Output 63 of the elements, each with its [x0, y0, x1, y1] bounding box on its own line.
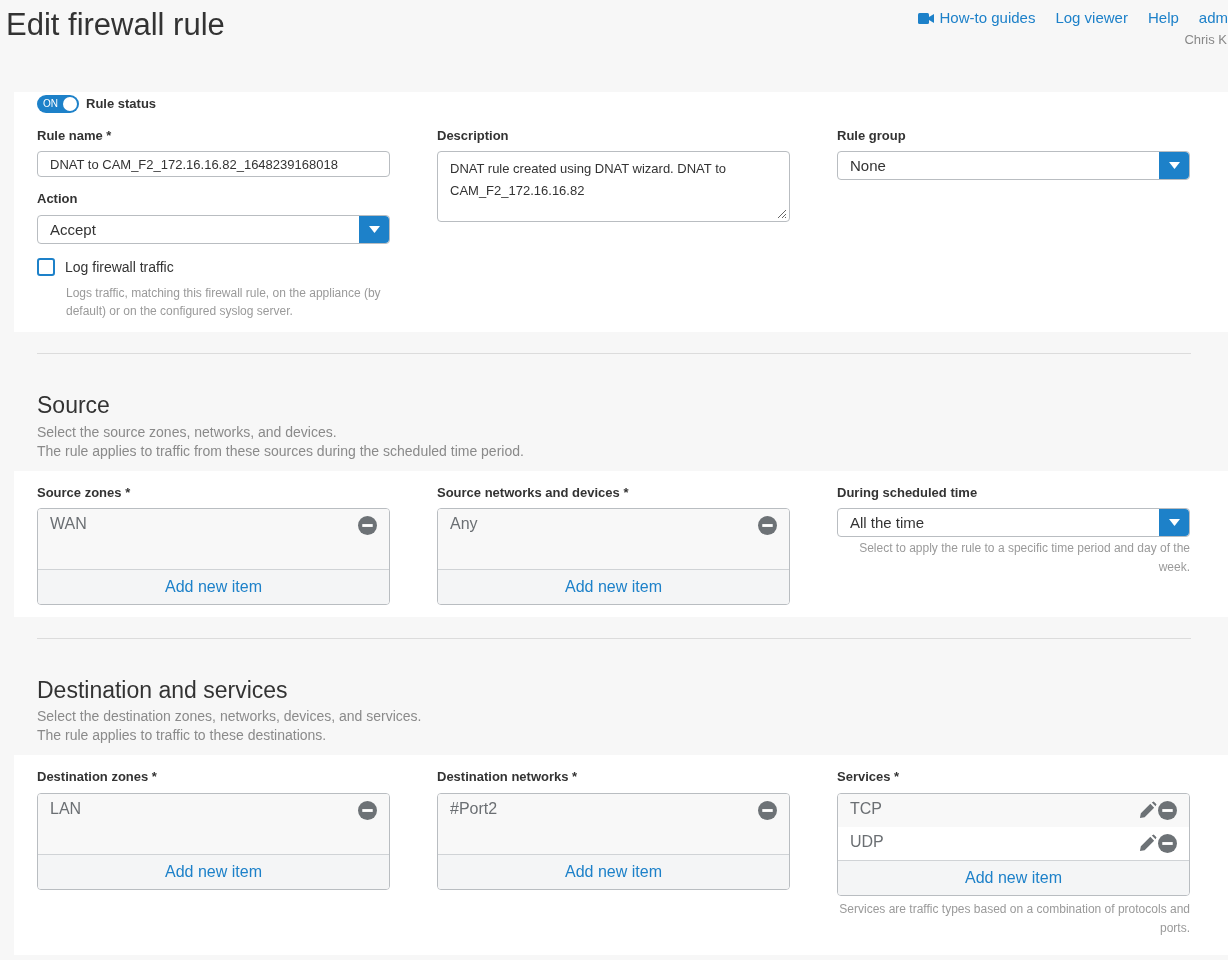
caret-icon	[1168, 519, 1180, 526]
field-label: Source zones *	[37, 483, 132, 502]
field-label: Description	[437, 126, 510, 145]
checkbox-label: Log firewall traffic	[65, 257, 174, 277]
user-name: Chris K	[1184, 30, 1228, 49]
field-label: Services *	[837, 768, 901, 786]
header-link[interactable]: Help	[1147, 7, 1179, 30]
hint-text: Services are traffic types based on a combination of protocols and ports.	[838, 900, 1190, 937]
section-title: Destination and services	[37, 675, 289, 705]
field-label: Action	[37, 190, 79, 208]
select-value: All the time	[849, 513, 926, 533]
hint-text: Logs traffic, matching this firewall rule, on the appliance (by default) or on the configured syslog server.	[66, 284, 382, 320]
video-camera-icon	[917, 12, 934, 24]
checkbox[interactable]	[37, 258, 55, 276]
dropdown-button[interactable]	[1159, 152, 1189, 179]
header-link[interactable]: How-to guides	[917, 7, 1036, 30]
page-title: Edit firewall rule	[5, 6, 225, 44]
field-label: Destination zones *	[37, 768, 158, 786]
description-textarea[interactable]: DNAT rule created using DNAT wizard. DNAT to CAM_F2_172.16.16.82	[437, 151, 790, 222]
header-link[interactable]: adm	[1198, 7, 1228, 30]
pencil-icon[interactable]	[1138, 800, 1157, 820]
section-description: The rule applies to traffic to these destinations.	[37, 726, 328, 745]
section-description: The rule applies to traffic from these sources during the scheduled time period.	[37, 441, 525, 461]
dropdown-button[interactable]	[1159, 509, 1189, 536]
add-item-button[interactable]: Add new item	[438, 853, 789, 889]
list-item[interactable]: TCP	[838, 793, 1189, 827]
add-item-button[interactable]: Add new item	[838, 859, 1189, 895]
select-value: Accept	[49, 219, 97, 240]
field-label: Source networks and devices *	[437, 483, 630, 502]
section-title: Source	[37, 391, 111, 420]
remove-icon[interactable]	[1158, 800, 1177, 820]
select-value: None	[849, 156, 887, 176]
list-item[interactable]: Any	[438, 509, 789, 569]
schedule-select[interactable]: All the time	[837, 508, 1190, 537]
field-label: During scheduled time	[837, 483, 979, 502]
add-item-button[interactable]: Add new item	[38, 569, 389, 604]
resize-handle-icon[interactable]	[777, 209, 787, 219]
header-link[interactable]: Log viewer	[1055, 7, 1128, 30]
remove-icon[interactable]	[358, 800, 377, 820]
list-item[interactable]: LAN	[38, 793, 389, 854]
section-description: Select the destination zones, networks, devices, and services.	[37, 707, 423, 726]
action-select[interactable]: Accept	[37, 214, 390, 244]
field-label: Rule name *	[37, 126, 113, 145]
rule-group-select[interactable]: None	[837, 151, 1190, 180]
remove-icon[interactable]	[1158, 833, 1177, 853]
rule-status-label: Rule status	[86, 95, 157, 113]
remove-icon[interactable]	[758, 516, 777, 535]
list-item[interactable]: WAN	[38, 509, 389, 569]
hint-text: Select to apply the rule to a specific time period and day of the week.	[858, 540, 1190, 576]
add-item-button[interactable]: Add new item	[438, 569, 789, 604]
add-item-button[interactable]: Add new item	[38, 853, 389, 889]
remove-icon[interactable]	[358, 516, 377, 535]
caret-icon	[368, 225, 380, 233]
remove-icon[interactable]	[758, 800, 777, 820]
field-label: Destination networks *	[437, 768, 579, 786]
list-item[interactable]: #Port2	[438, 793, 789, 854]
field-label: Rule group	[837, 126, 907, 145]
section-description: Select the source zones, networks, and devices.	[37, 422, 338, 442]
rule-name-input[interactable]: DNAT to CAM_F2_172.16.16.82_1648239168018	[37, 151, 390, 177]
pencil-icon[interactable]	[1138, 833, 1157, 853]
toggle-switch[interactable]: ON	[37, 94, 79, 113]
dropdown-button[interactable]	[359, 215, 389, 243]
caret-icon	[1168, 162, 1180, 169]
